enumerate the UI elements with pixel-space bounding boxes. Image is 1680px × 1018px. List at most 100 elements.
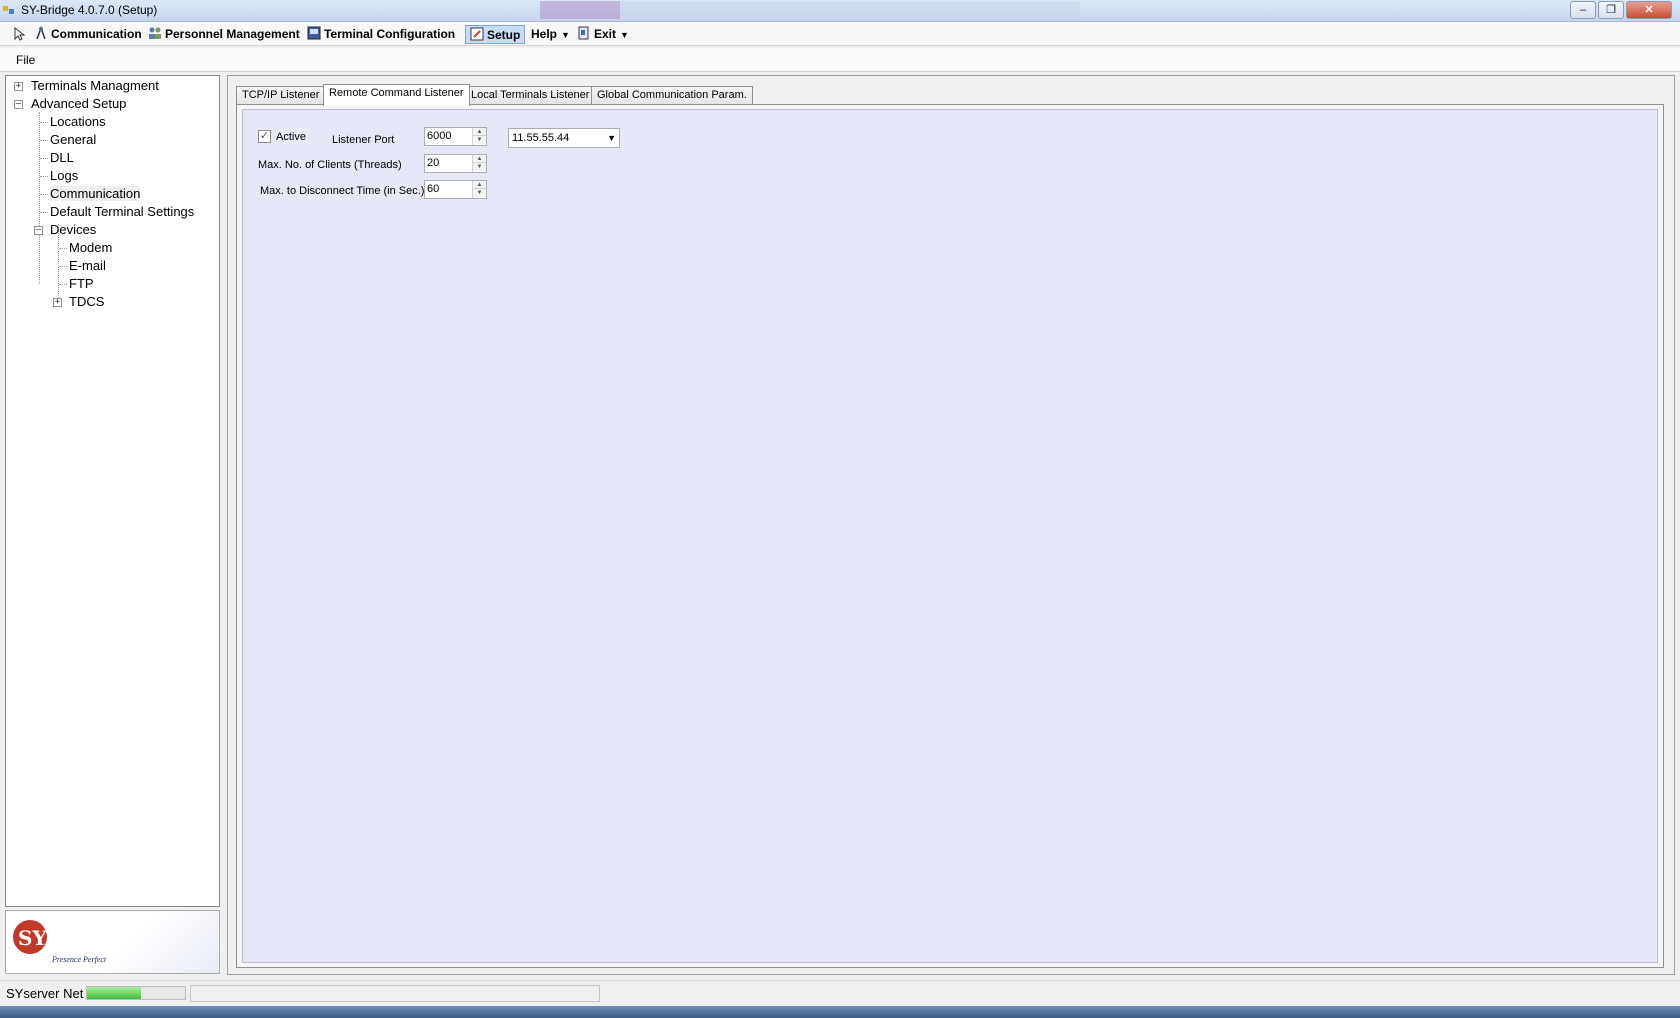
terminal-configuration-label: Terminal Configuration: [324, 27, 456, 41]
tree-connector: [40, 140, 48, 141]
tree-item-general[interactable]: General: [50, 131, 96, 149]
tree-item-label: E-mail: [69, 258, 106, 273]
tree-item-advanced-setup[interactable]: Advanced Setup: [31, 95, 126, 113]
spin-up-icon[interactable]: ▲: [473, 181, 486, 189]
close-icon: ✕: [1644, 4, 1654, 16]
stepper-arrows: ▲ ▼: [472, 128, 486, 145]
listener-ip-value: 11.55.55.44: [512, 132, 570, 144]
tree-item-locations[interactable]: Locations: [50, 113, 106, 131]
tree-item-label: Advanced Setup: [31, 96, 127, 111]
tree-item-terminals-managment[interactable]: Terminals Managment: [31, 77, 159, 95]
minimize-button[interactable]: –: [1570, 1, 1596, 19]
spin-up-icon[interactable]: ▲: [473, 128, 486, 136]
menu-bar: File: [0, 48, 1680, 72]
help-menu[interactable]: Help ▼: [531, 25, 570, 44]
tree-item-ftp[interactable]: FTP: [69, 275, 94, 293]
tree-item-modem[interactable]: Modem: [69, 239, 112, 257]
tab-global-communication-param[interactable]: Global Communication Param.: [591, 86, 753, 105]
exit-button[interactable]: Exit ▼: [577, 25, 629, 44]
tree-item-label: Modem: [69, 240, 113, 255]
logo-tagline: Presence Perfect: [51, 955, 106, 964]
navigation-tree[interactable]: + Terminals Managment – Advanced Setup L…: [5, 75, 220, 907]
progress-fill: [87, 987, 141, 999]
communication-button[interactable]: Communication: [34, 25, 142, 44]
tree-item-label: Logs: [50, 168, 79, 183]
tree-connector: [39, 112, 40, 284]
max-clients-value: 20: [427, 157, 440, 169]
maximize-button[interactable]: ❐: [1598, 1, 1624, 19]
close-button[interactable]: ✕: [1626, 1, 1672, 19]
tree-item-communication[interactable]: Communication: [50, 185, 141, 203]
communication-label: Communication: [51, 27, 142, 41]
spin-down-icon[interactable]: ▼: [473, 163, 486, 171]
chevron-down-icon: ▼: [607, 133, 616, 143]
synel-logo: SYNEL Presence Perfect: [13, 920, 106, 964]
tree-item-tdcs[interactable]: TDCS: [69, 293, 104, 311]
tab-remote-command-listener[interactable]: Remote Command Listener: [323, 84, 470, 106]
status-message-field: [190, 985, 600, 1002]
tree-connector: [59, 266, 67, 267]
logo-text: SYNEL: [18, 926, 94, 950]
tree-item-label: TDCS: [69, 294, 105, 309]
tree-item-label: Communication: [50, 186, 141, 201]
server-name: SYserver Net: [6, 986, 84, 1001]
max-clients-label: Max. No. of Clients (Threads): [258, 159, 402, 171]
tab-local-terminals-listener[interactable]: Local Terminals Listener: [465, 86, 596, 105]
listener-port-value: 6000: [427, 130, 452, 142]
tree-connector: [40, 158, 48, 159]
tree-connector: [40, 176, 48, 177]
exit-label: Exit: [594, 27, 617, 41]
max-disconnect-stepper[interactable]: 60 ▲ ▼: [424, 180, 487, 199]
window-title: SY-Bridge 4.0.7.0 (Setup): [21, 3, 158, 17]
stepper-arrows: ▲ ▼: [472, 155, 486, 172]
max-clients-stepper[interactable]: 20 ▲ ▼: [424, 154, 487, 173]
spin-down-icon[interactable]: ▼: [473, 136, 486, 144]
pointer-icon[interactable]: [14, 27, 26, 41]
minimize-icon: –: [1579, 4, 1587, 16]
personnel-management-button[interactable]: Personnel Management: [148, 25, 300, 44]
listener-ip-dropdown[interactable]: 11.55.55.44 ▼: [508, 128, 620, 148]
tree-item-label: Locations: [50, 114, 106, 129]
listener-port-stepper[interactable]: 6000 ▲ ▼: [424, 127, 487, 146]
listener-port-label: Listener Port: [332, 134, 395, 146]
file-menu[interactable]: File: [16, 53, 35, 67]
tree-item-label: DLL: [50, 150, 74, 165]
terminal-configuration-button[interactable]: Terminal Configuration: [307, 25, 455, 44]
tab-label: Remote Command Listener: [329, 87, 464, 99]
collapse-icon[interactable]: –: [34, 226, 43, 235]
background-window-title: [540, 1, 1080, 19]
stepper-arrows: ▲ ▼: [472, 181, 486, 198]
restore-icon: ❐: [1606, 4, 1616, 16]
status-bar: SYserver Net: [0, 980, 1680, 1004]
tree-item-label: Devices: [50, 222, 97, 237]
tab-tcpip-listener[interactable]: TCP/IP Listener: [236, 86, 326, 105]
tree-item-devices[interactable]: Devices: [50, 221, 96, 239]
tab-label: TCP/IP Listener: [242, 89, 320, 101]
active-label: Active: [276, 131, 306, 143]
tree-item-label: FTP: [69, 276, 94, 291]
taskbar: [0, 1006, 1680, 1018]
tree-connector: [40, 212, 48, 213]
tree-item-dll[interactable]: DLL: [50, 149, 74, 167]
active-checkbox[interactable]: ✓: [258, 130, 271, 143]
chevron-down-icon[interactable]: ▼: [620, 30, 629, 40]
spin-up-icon[interactable]: ▲: [473, 155, 486, 163]
tree-connector: [59, 284, 67, 285]
help-label: Help: [531, 27, 558, 41]
tab-label: Global Communication Param.: [597, 89, 747, 101]
tree-item-default-terminal-settings[interactable]: Default Terminal Settings: [50, 203, 194, 221]
setup-label: Setup: [487, 28, 521, 42]
expand-icon[interactable]: +: [53, 298, 62, 307]
tree-item-label: General: [50, 132, 97, 147]
collapse-icon[interactable]: –: [14, 100, 23, 109]
connection-progress: [86, 986, 186, 1000]
tree-item-logs[interactable]: Logs: [50, 167, 78, 185]
title-bar: SY-Bridge 4.0.7.0 (Setup) – ❐ ✕: [0, 0, 1680, 22]
tree-item-label: Terminals Managment: [31, 78, 159, 93]
setup-button[interactable]: Setup: [465, 25, 526, 44]
tree-item-email[interactable]: E-mail: [69, 257, 106, 275]
spin-down-icon[interactable]: ▼: [473, 189, 486, 197]
terminal-icon: [307, 26, 321, 40]
checkmark-icon: ✓: [259, 130, 270, 142]
expand-icon[interactable]: +: [14, 82, 23, 91]
